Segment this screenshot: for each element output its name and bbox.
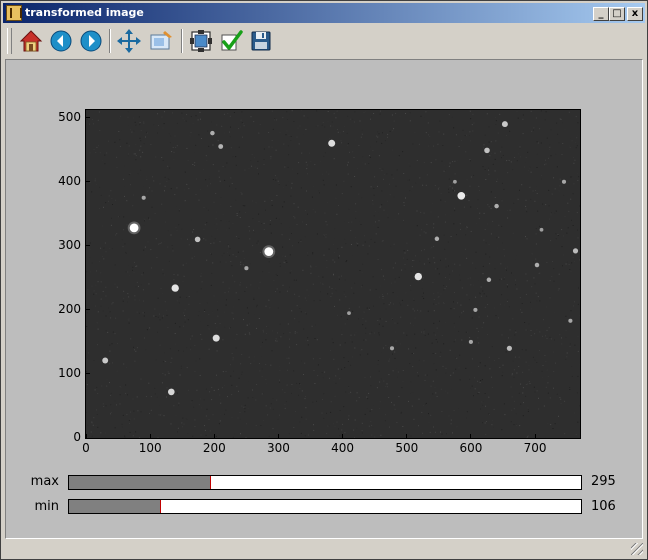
y-tick-mark [86, 309, 90, 311]
star-25 [141, 195, 146, 200]
star-26 [244, 266, 249, 271]
x-tick-mark [213, 434, 215, 438]
max-slider-label: max [30, 474, 59, 489]
title-bar[interactable]: transformed image _ □ x [3, 3, 645, 23]
star-17 [434, 236, 440, 242]
y-tick-label: 0 [73, 430, 81, 444]
y-tick-label: 100 [58, 365, 81, 380]
close-button[interactable]: x [627, 7, 643, 21]
min-slider-label: min [34, 499, 59, 514]
app-window: transformed image _ □ x 0 100 200 300 40… [0, 0, 648, 560]
max-slider-fill [69, 476, 212, 489]
star-7 [167, 388, 175, 396]
image-background [86, 110, 580, 438]
back-icon [50, 30, 72, 52]
forward-button[interactable] [79, 29, 103, 53]
star-21 [494, 203, 499, 209]
image-plot[interactable] [85, 109, 581, 439]
star-19 [534, 262, 540, 268]
minimize-button[interactable]: _ [593, 7, 609, 21]
star-5 [328, 139, 336, 147]
configure-subplots-icon [190, 30, 212, 52]
star-12 [506, 345, 512, 351]
forward-icon [80, 30, 102, 52]
star-9 [194, 236, 201, 243]
check-button[interactable] [219, 29, 243, 53]
toolbar-grip[interactable] [7, 28, 12, 54]
star-13 [572, 248, 579, 254]
y-tick-mark [86, 181, 90, 183]
x-tick-label: 300 [267, 441, 290, 455]
star-16 [210, 130, 215, 136]
star-8 [102, 357, 109, 364]
y-tick-mark [86, 437, 90, 439]
star-3 [414, 272, 422, 281]
y-tick-label: 400 [58, 173, 81, 188]
star-15 [218, 144, 224, 149]
configure-subplots-button[interactable] [189, 29, 213, 53]
star-23 [468, 339, 473, 344]
save-icon [251, 31, 271, 51]
y-tick-mark [86, 373, 90, 375]
y-tick-label: 500 [58, 109, 81, 124]
max-slider-value: 295 [591, 474, 616, 489]
resize-grip[interactable] [631, 543, 643, 555]
x-tick-mark [149, 434, 151, 438]
max-slider[interactable] [68, 475, 582, 490]
x-tick-mark [534, 434, 536, 438]
x-tick-mark [342, 434, 344, 438]
y-tick-mark [86, 245, 90, 247]
star-glow-0 [127, 221, 141, 235]
home-icon [19, 30, 43, 52]
min-slider-value: 106 [591, 499, 616, 514]
star-field-image [86, 110, 580, 438]
pan-icon [117, 29, 141, 53]
toolbar-separator [109, 29, 111, 53]
min-slider[interactable] [68, 499, 582, 514]
star-glow-1 [262, 245, 276, 258]
star-4 [457, 191, 466, 200]
y-tick-label: 200 [58, 301, 81, 316]
x-tick-label: 100 [138, 441, 162, 455]
toolbar [3, 25, 645, 57]
pan-button[interactable] [117, 29, 141, 53]
star-10 [484, 147, 490, 154]
app-icon [6, 5, 22, 21]
back-button[interactable] [49, 29, 73, 53]
y-tick-mark [86, 117, 90, 119]
x-tick-label: 400 [331, 441, 355, 455]
maximize-button[interactable]: □ [609, 7, 625, 21]
y-tick-label: 300 [58, 237, 81, 252]
x-tick-label: 500 [395, 441, 419, 455]
min-slider-fill [69, 500, 162, 513]
x-tick-mark [470, 434, 472, 438]
toolbar-separator [181, 29, 183, 53]
zoom-button[interactable] [149, 29, 173, 53]
star-6 [212, 334, 220, 342]
star-2 [171, 284, 179, 292]
star-14 [486, 277, 492, 283]
star-27 [347, 311, 351, 315]
window-title: transformed image [25, 6, 144, 19]
star-29 [539, 227, 544, 232]
x-tick-mark [406, 434, 408, 438]
x-tick-mark [277, 434, 279, 438]
x-tick-label: 700 [523, 441, 547, 455]
x-tick-label: 200 [202, 441, 226, 455]
star-28 [453, 179, 457, 184]
star-11 [501, 121, 508, 128]
x-tick-label: 600 [459, 441, 483, 455]
save-button[interactable] [249, 29, 273, 53]
status-bar [3, 541, 645, 557]
zoom-icon [150, 31, 172, 50]
check-icon [221, 30, 243, 51]
home-button[interactable] [19, 29, 43, 53]
star-22 [389, 346, 395, 351]
star-20 [568, 318, 573, 323]
star-18 [473, 307, 478, 312]
star-24 [561, 179, 567, 184]
